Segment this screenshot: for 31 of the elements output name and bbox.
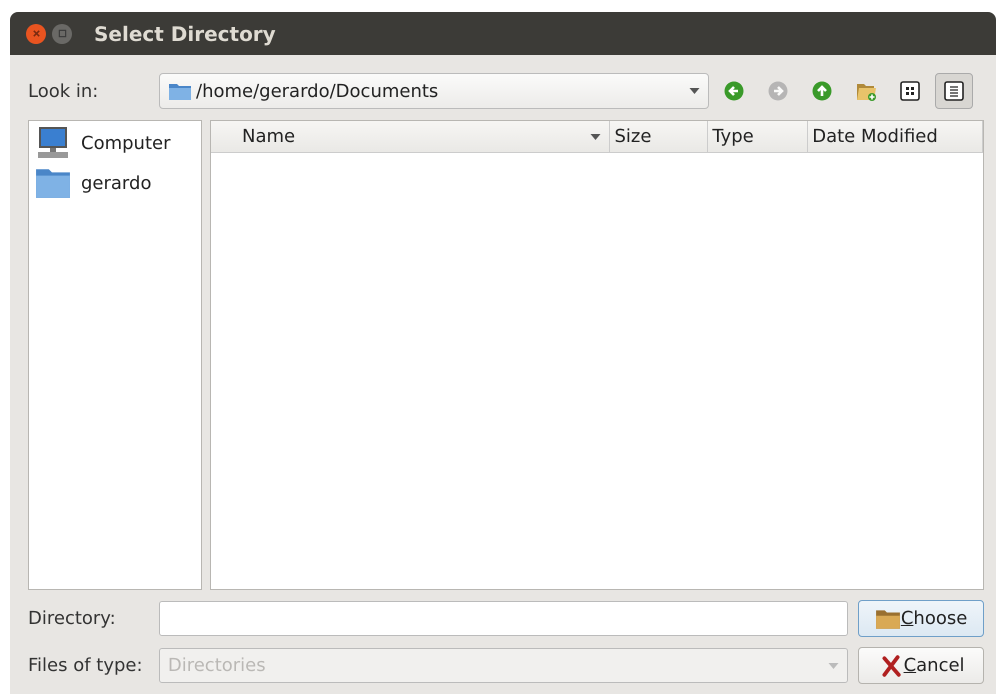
sort-caret-icon [590, 134, 602, 140]
place-item[interactable]: gerardo [35, 163, 196, 203]
folder-icon [874, 608, 901, 630]
maximize-icon [58, 29, 66, 38]
directory-label: Directory: [28, 608, 117, 629]
column-header[interactable]: Size [610, 121, 708, 152]
list-icon [944, 81, 964, 101]
caret-icon [828, 662, 840, 668]
folder-icon [168, 81, 192, 101]
arrow-up-icon [812, 81, 832, 101]
cancel-button[interactable]: Cancel [858, 647, 984, 684]
detail-view-button[interactable] [935, 73, 973, 109]
folder-icon [35, 166, 71, 200]
file-type-label: Files of type: [28, 655, 144, 676]
computer-icon [35, 126, 71, 160]
window-title: Select Directory [94, 22, 276, 46]
look-in-dropdown[interactable]: /home/gerardo/Documents [159, 73, 709, 109]
arrow-right-icon [768, 81, 788, 101]
place-item[interactable]: Computer [35, 123, 196, 163]
caret-icon [689, 88, 700, 94]
directory-field[interactable] [158, 601, 848, 636]
maximize-button[interactable] [52, 24, 72, 44]
grid-icon [900, 81, 920, 101]
choose-button[interactable]: Choose [858, 600, 984, 637]
column-header[interactable]: Type [708, 121, 808, 152]
column-header[interactable]: Date Modified [808, 121, 983, 152]
close-icon [32, 29, 40, 38]
arrow-left-icon [724, 81, 744, 101]
close-button[interactable] [26, 24, 46, 44]
look-in-label: Look in: [28, 80, 100, 102]
column-header[interactable]: Name [211, 121, 610, 152]
